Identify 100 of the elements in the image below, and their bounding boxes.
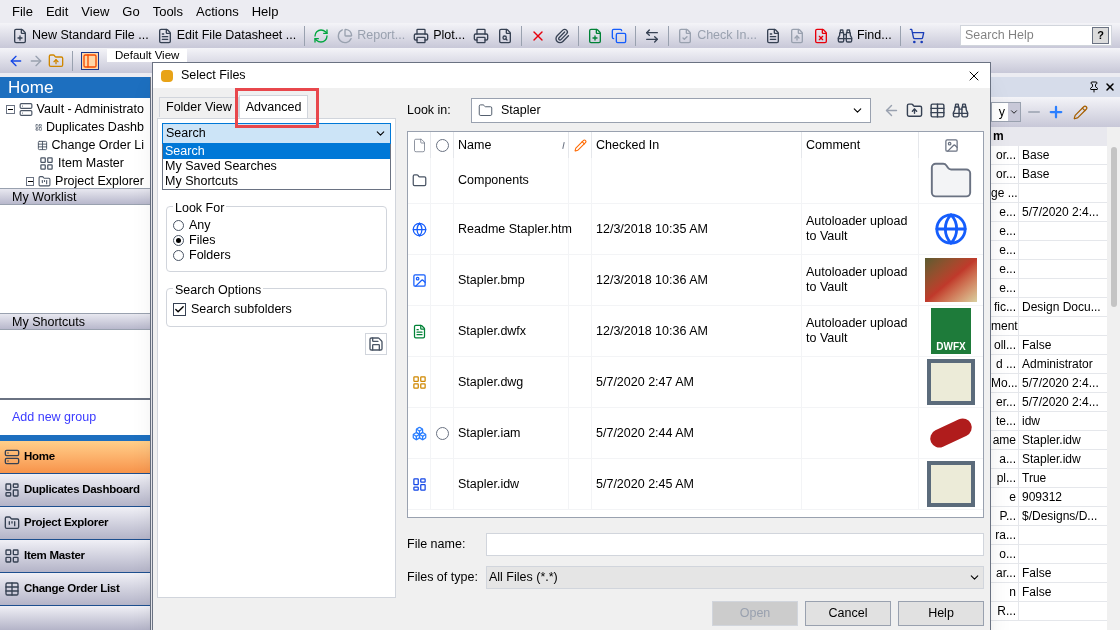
dialog-button[interactable]: Help xyxy=(898,601,984,626)
cart-icon[interactable] xyxy=(908,27,925,44)
close-icon[interactable] xyxy=(1104,81,1116,93)
property-value: Stapler.idw xyxy=(1021,432,1082,449)
navigation-button[interactable]: Home xyxy=(0,441,150,474)
property-value: Base xyxy=(1021,147,1051,164)
menu-item[interactable]: File xyxy=(12,1,33,22)
menu-item[interactable]: Go xyxy=(122,1,140,22)
web-page-thumbnail-icon xyxy=(934,212,968,246)
print-preview-icon[interactable] xyxy=(497,27,514,44)
field-label: Look in: xyxy=(407,102,452,120)
copy-icon[interactable] xyxy=(611,27,628,44)
property-value: False xyxy=(1021,565,1053,582)
file-row[interactable]: Stapler.idw 5/7/2020 2:45 AM xyxy=(408,459,983,510)
paperclip-icon[interactable] xyxy=(554,27,571,44)
navigation-button[interactable]: Project Explorer xyxy=(0,507,150,540)
view-selector[interactable]: Default View xyxy=(107,49,188,62)
file-row[interactable]: Stapler.dwg 5/7/2020 2:47 AM xyxy=(408,357,983,408)
plus-icon[interactable] xyxy=(1047,103,1065,121)
file-row[interactable]: Components xyxy=(408,158,983,204)
navigation-button[interactable]: Item Master xyxy=(0,540,150,573)
toolbar-button[interactable]: Edit File Datasheet ... xyxy=(152,23,301,48)
column-header[interactable]: Checked In xyxy=(592,132,802,158)
check-icon xyxy=(174,304,185,315)
search-field[interactable]: Search Help ? xyxy=(960,25,1112,46)
file-row[interactable]: Stapler.dwfx 12/3/2018 10:36 AM Autoloader upload to Vault DWFX xyxy=(408,306,983,357)
drawing-sheet-thumbnail xyxy=(927,461,975,507)
printer-icon[interactable] xyxy=(473,27,490,44)
photo-placeholder xyxy=(925,258,977,302)
scrollbar[interactable] xyxy=(1107,127,1120,630)
document-icon[interactable] xyxy=(764,27,781,44)
dropdown-option[interactable]: My Shortcuts xyxy=(163,174,390,189)
file-row[interactable]: Stapler.iam 5/7/2020 2:44 AM xyxy=(408,408,983,459)
tree-item[interactable]: Vault - Administrato xyxy=(36,99,144,119)
menu-item[interactable]: View xyxy=(81,1,110,22)
file-name-field[interactable] xyxy=(486,532,984,556)
panel-toggle-icon[interactable] xyxy=(81,51,99,70)
dropdown-option[interactable]: My Saved Searches xyxy=(163,159,390,174)
menu-item[interactable]: Edit xyxy=(45,1,69,22)
pin-icon[interactable] xyxy=(1088,81,1100,93)
column-header[interactable]: Comment xyxy=(802,132,919,158)
navigation-button[interactable]: Change Order List xyxy=(0,573,150,606)
dialog-button[interactable]: Cancel xyxy=(805,601,891,626)
field-label: Files of type: xyxy=(407,568,479,586)
tab[interactable]: Advanced xyxy=(238,95,309,118)
tab[interactable]: Folder View xyxy=(159,96,239,117)
section-header: My Worklist xyxy=(0,188,150,205)
column-header[interactable]: m xyxy=(991,127,1107,146)
dwfx-thumbnail: DWFX xyxy=(931,308,971,354)
server-icon xyxy=(18,101,33,117)
dropdown-option[interactable]: Search xyxy=(163,144,390,159)
file-name: Stapler.dwfx xyxy=(458,322,527,340)
property-value: 5/7/2020 2:4... xyxy=(1021,375,1100,392)
refresh-icon[interactable] xyxy=(313,27,330,44)
checked-in-date: 5/7/2020 2:44 AM xyxy=(596,424,694,442)
file-x-icon[interactable] xyxy=(812,27,829,44)
view-menu-icon[interactable] xyxy=(929,102,946,119)
toolbar-button[interactable]: New Standard File ... xyxy=(8,23,153,48)
navigation-button[interactable]: Duplicates Dashboard xyxy=(0,474,150,507)
toolbar-button[interactable]: Find... xyxy=(832,23,896,48)
pencil-icon[interactable] xyxy=(1073,104,1088,120)
grid-icon xyxy=(39,155,54,171)
file-row[interactable]: Stapler.bmp 12/3/2018 10:36 AM Autoloader upload to Vault xyxy=(408,255,983,306)
field-label: File name: xyxy=(407,535,467,553)
tree-item[interactable]: Duplicates Dashb xyxy=(46,117,144,137)
app-logo-icon xyxy=(161,69,173,82)
menu-item[interactable]: Tools xyxy=(152,1,183,22)
tree-item[interactable]: Change Order Li xyxy=(51,135,144,155)
folder-up-icon[interactable] xyxy=(906,102,923,119)
scope-dropdown[interactable]: Search xyxy=(162,123,391,144)
collapse-icon[interactable] xyxy=(6,104,15,114)
toolbar-button[interactable]: Plot... xyxy=(409,23,470,48)
checkbox[interactable] xyxy=(173,303,186,316)
file-type-dropdown[interactable]: All Files (*.*) xyxy=(486,565,984,589)
menu-item[interactable]: Help xyxy=(251,1,279,22)
property-value: 5/7/2020 2:4... xyxy=(1021,394,1100,411)
folder-icon xyxy=(411,173,427,188)
help-button[interactable]: ? xyxy=(1092,27,1109,44)
view-dropdown[interactable]: y xyxy=(991,102,1021,122)
tree-item[interactable]: Item Master xyxy=(58,153,124,173)
radio-label: Folders xyxy=(189,247,231,265)
file-row[interactable]: Readme Stapler.htm 12/3/2018 10:35 AM Autoloader upload to Vault xyxy=(408,204,983,255)
column-header[interactable]: Name xyxy=(454,132,569,158)
property-value: idw xyxy=(1021,413,1041,430)
file-name: Stapler.iam xyxy=(458,424,521,442)
collapse-icon[interactable] xyxy=(26,176,35,186)
project-folder-icon xyxy=(4,515,20,531)
save-button[interactable] xyxy=(365,333,387,355)
look-in-dropdown[interactable]: Stapler xyxy=(471,98,871,123)
tree-item[interactable]: Project Explorer xyxy=(55,171,144,188)
binoculars-icon[interactable] xyxy=(952,102,969,119)
add-group-link[interactable]: Add new group xyxy=(12,408,97,427)
transfer-icon[interactable] xyxy=(644,27,661,44)
add-file-icon[interactable] xyxy=(587,27,604,44)
menu-item[interactable]: Actions xyxy=(196,1,239,22)
dialog-title: Select Files xyxy=(181,67,246,85)
property-value: Base xyxy=(1021,166,1051,183)
radio-label: Any xyxy=(189,217,211,235)
server-icon xyxy=(4,449,20,465)
printer-icon xyxy=(413,27,430,44)
